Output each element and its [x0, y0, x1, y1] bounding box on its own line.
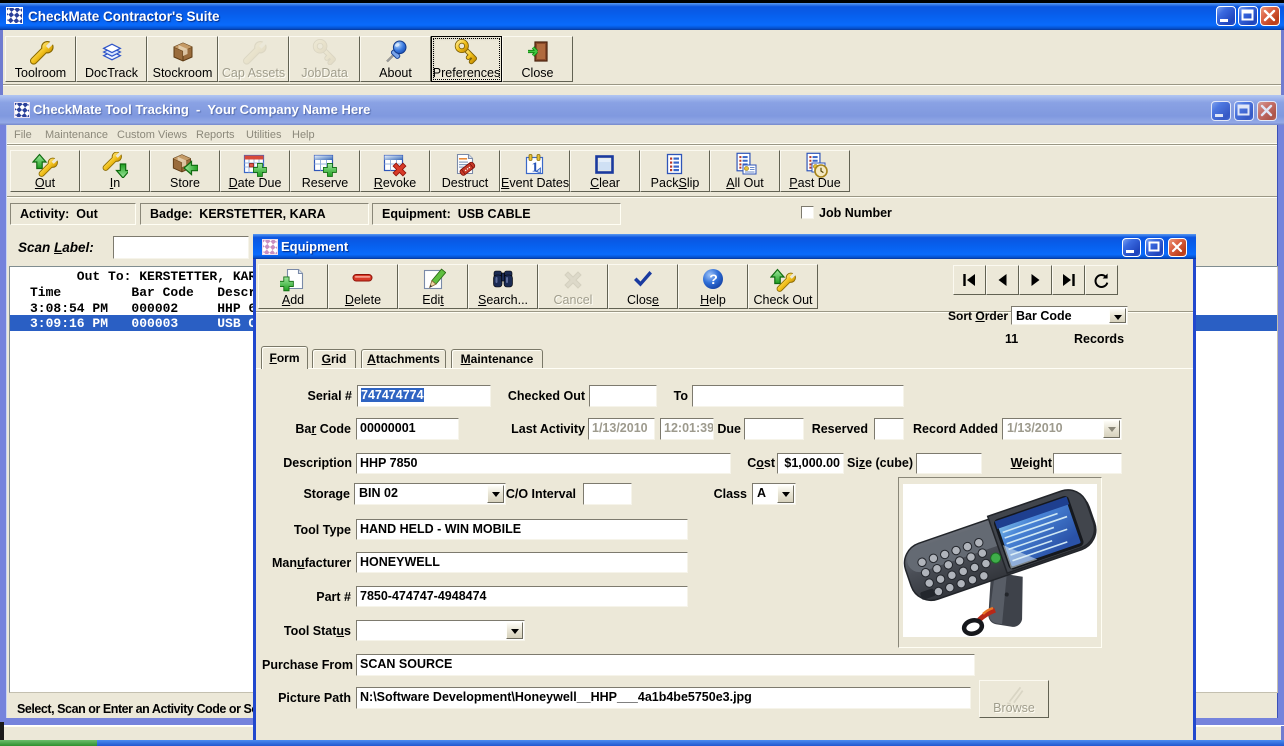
svg-text:?: ? [709, 271, 718, 287]
